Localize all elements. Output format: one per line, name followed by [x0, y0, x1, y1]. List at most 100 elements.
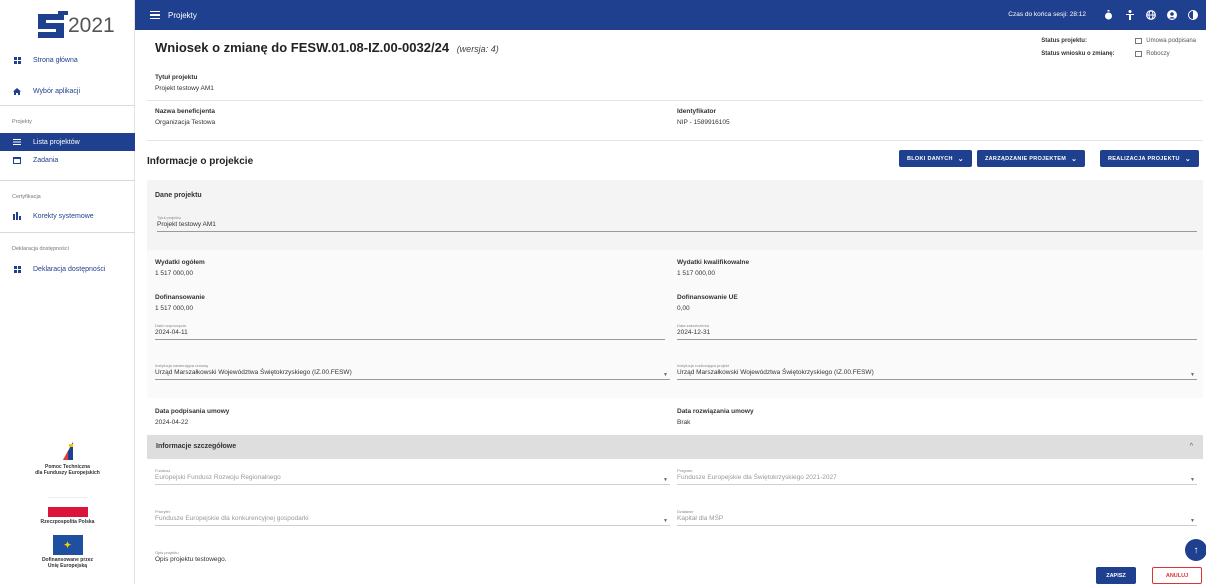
eligible-label: Wydatki kwalifikowalne — [677, 259, 750, 266]
section-label-deklaracja: Deklaracja dostępności — [12, 246, 69, 252]
save-button[interactable]: ZAPISZ — [1096, 567, 1136, 584]
cofin-label: Dofinansowanie — [155, 294, 205, 301]
description-field[interactable]: Opis projektu Opis projektu testowego. — [155, 550, 1055, 563]
sidebar: 2021 Strona główna Wybór aplikacji Proje… — [0, 0, 135, 584]
home-icon — [11, 87, 23, 95]
chart-icon — [11, 212, 23, 220]
page-title: Wniosek o zmianę do FESW.01.08-IZ.00-003… — [155, 40, 499, 55]
scroll-top-button[interactable]: ↑ — [1185, 539, 1206, 561]
topbar-icons — [1103, 9, 1198, 20]
app-root: 2021 Strona główna Wybór aplikacji Proje… — [0, 0, 1206, 584]
sidebar-item-wybor-aplikacji[interactable]: Wybór aplikacji — [0, 82, 135, 100]
session-label: Czas do końca sesji: — [1008, 11, 1068, 18]
sidebar-item-deklaracja-dostepnosci[interactable]: Deklaracja dostępności — [0, 260, 135, 278]
identifier-value: NIP - 1589916105 — [677, 119, 730, 126]
status-request-label: Status wniosku o zmianę: — [1041, 50, 1115, 57]
version-text: (wersja: 4) — [456, 44, 499, 54]
institution-contract-select[interactable]: Instytucja zawierająca umowę Urząd Marsz… — [155, 363, 670, 380]
sidebar-item-zadania[interactable]: Zadania — [0, 151, 135, 169]
bloki-danych-button[interactable]: BLOKI DANYCH ⌄ — [899, 150, 972, 167]
session-time: 28:12 — [1069, 11, 1086, 18]
eu-line2: Unię Europejską — [47, 563, 88, 569]
dropdown-arrow-icon: ▼ — [663, 477, 668, 483]
beneficiary-label: Nazwa beneficjenta — [155, 108, 215, 115]
field-value: 2024-12-31 — [677, 329, 711, 336]
sidebar-item-korekty-systemowe[interactable]: Korekty systemowe — [0, 207, 135, 225]
program-select[interactable]: Program Fundusze Europejskie dla Świętok… — [677, 468, 1197, 485]
user-icon[interactable] — [1166, 9, 1177, 20]
field-underline — [677, 484, 1197, 485]
project-title-field[interactable]: Tytuł projektu Projekt testowy AM1 — [157, 215, 1197, 232]
status-request-row: Status wniosku o zmianę: Roboczy — [1041, 47, 1196, 60]
eligible-value: 1 517 000,00 — [677, 270, 715, 277]
fund-select[interactable]: Fundusz Europejski Fundusz Rozwoju Regio… — [155, 468, 670, 485]
field-label: Działanie — [677, 509, 694, 514]
field-underline — [677, 339, 1197, 340]
cofin-eu-label: Dofinansowanie UE — [677, 294, 738, 301]
field-value: Urząd Marszałkowski Województwa Świętokr… — [155, 369, 352, 376]
topbar: Projekty Czas do końca sesji: 28:12 — [135, 0, 1206, 30]
field-label: Data zakończenia — [677, 323, 709, 328]
divider — [147, 140, 1203, 141]
sidebar-item-label: Deklaracja dostępności — [33, 265, 106, 273]
sidebar-item-label: Lista projektów — [33, 138, 80, 146]
dashboard-icon — [11, 56, 23, 64]
arrow-up-icon: ↑ — [1193, 544, 1199, 556]
field-value: 2024-04-11 — [155, 329, 188, 336]
termination-date-value: Brak — [677, 419, 691, 426]
folder-icon — [1135, 50, 1143, 57]
priority-select[interactable]: Priorytet Fundusze Europejskie dla konku… — [155, 509, 670, 526]
sidebar-item-label: Wybór aplikacji — [33, 87, 81, 95]
project-title-label: Tytuł projektu — [155, 74, 198, 81]
rp-logo: Rzeczpospolita Polska — [0, 497, 135, 525]
language-icon[interactable] — [1145, 9, 1156, 20]
detailed-info-header[interactable]: Informacje szczegółowe ^ — [147, 435, 1203, 459]
session-timer: Czas do końca sesji: 28:12 — [1008, 11, 1086, 18]
accessibility-icon[interactable] — [1124, 9, 1135, 20]
end-date-field[interactable]: Data zakończenia 2024-12-31 — [677, 323, 1197, 340]
page-title-text: Wniosek o zmianę do FESW.01.08-IZ.00-003… — [155, 40, 450, 55]
field-label: Fundusz — [155, 468, 171, 473]
sign-date-value: 2024-04-22 — [155, 419, 189, 426]
sign-date-label: Data podpisania umowy — [155, 408, 230, 415]
field-value: Urząd Marszałkowski Województwa Świętokr… — [677, 369, 874, 376]
dane-projektu-panel: Dane projektu Tytuł projektu Projekt tes… — [147, 180, 1203, 250]
pt-line2: dla Funduszy Europejskich — [35, 470, 100, 476]
termination-date-label: Data rozwiązania umowy — [677, 408, 754, 415]
sidebar-divider — [0, 180, 135, 181]
sidebar-divider — [0, 232, 135, 233]
contrast-icon[interactable] — [1187, 9, 1198, 20]
menu-icon[interactable] — [150, 9, 160, 22]
sidebar-item-strona-glowna[interactable]: Strona główna — [0, 51, 135, 69]
st2021-logo[interactable]: 2021 — [32, 8, 115, 44]
total-value: 1 517 000,00 — [155, 270, 193, 277]
polish-flag-icon — [47, 497, 88, 517]
sidebar-item-label: Strona główna — [33, 56, 78, 64]
chevron-down-icon: ⌄ — [1184, 155, 1191, 163]
project-info-title: Informacje o projekcie — [147, 156, 254, 167]
start-date-field[interactable]: Data rozpoczęcia 2024-04-11 — [155, 323, 665, 340]
cancel-button[interactable]: ANULUJ — [1152, 567, 1202, 584]
dropdown-arrow-icon: ▼ — [1190, 518, 1195, 524]
detailed-info-title: Informacje szczegółowe — [156, 443, 237, 450]
sidebar-item-label: Korekty systemowe — [33, 212, 94, 220]
field-underline — [155, 379, 670, 380]
field-underline — [155, 484, 670, 485]
total-label: Wydatki ogółem — [155, 259, 205, 266]
status-project-label: Status projektu: — [1041, 37, 1087, 44]
institution-settle-select[interactable]: Instytucja rozliczająca projekt Urząd Ma… — [677, 363, 1197, 380]
realizacja-projektu-button[interactable]: REALIZACJA PROJEKTU ⌄ — [1100, 150, 1199, 167]
sidebar-divider — [0, 105, 135, 106]
action-select[interactable]: Działanie Kapitał dla MŚP ▼ — [677, 509, 1197, 526]
sidebar-item-lista-projektow[interactable]: Lista projektów — [0, 133, 135, 151]
identifier-label: Identyfikator — [677, 108, 717, 115]
timer-icon[interactable] — [1103, 9, 1114, 20]
dropdown-arrow-icon: ▼ — [663, 372, 668, 378]
field-underline — [677, 379, 1197, 380]
field-value: Europejski Fundusz Rozwoju Regionalnego — [155, 474, 281, 481]
zarzadzanie-projektem-button[interactable]: ZARZĄDZANIE PROJEKTEM ⌄ — [977, 150, 1086, 167]
logo-year: 2021 — [68, 14, 115, 37]
cofin-value: 1 517 000,00 — [155, 305, 193, 312]
field-label: Data rozpoczęcia — [155, 323, 186, 328]
field-label: Instytucja rozliczająca projekt — [677, 363, 730, 368]
